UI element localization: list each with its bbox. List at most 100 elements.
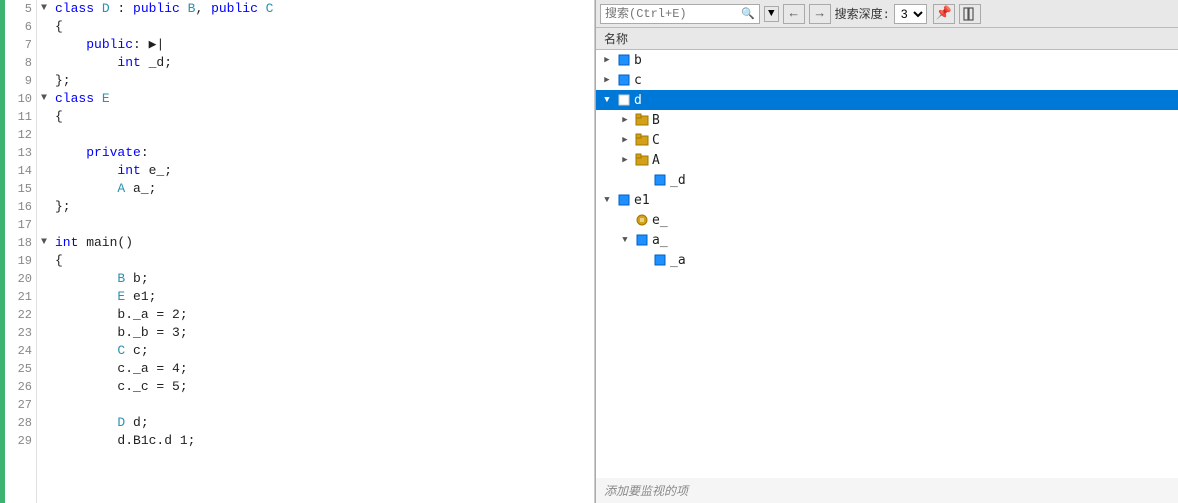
blue-cube-icon <box>614 53 634 68</box>
tree-toggle[interactable]: ▶ <box>600 53 614 67</box>
tree-item[interactable]: _d <box>596 170 1178 190</box>
code-line: { <box>55 252 594 270</box>
code-line <box>55 126 594 144</box>
line-number: 22 <box>18 306 32 324</box>
code-line: c._a = 4; <box>55 360 594 378</box>
code-line: public: ▶| <box>55 36 594 54</box>
tree-toggle <box>618 213 632 227</box>
tree-item[interactable]: ▼ d <box>596 90 1178 110</box>
columns-icon <box>963 7 977 21</box>
line-number: 11 <box>18 108 32 126</box>
search-box[interactable]: 🔍 <box>600 4 760 24</box>
tree-item[interactable]: _a <box>596 250 1178 270</box>
line-number: 21 <box>18 288 32 306</box>
tree-item[interactable]: ▶ c <box>596 70 1178 90</box>
line-number: 10 <box>18 90 32 108</box>
line-number: 5 <box>25 0 32 18</box>
tree-panel[interactable]: ▶ b▶ c▼ d▶ B▶ C▶ A _d▼ e1 e_▼ a_ _a <box>596 50 1178 478</box>
tree-item-name: C <box>652 133 660 148</box>
code-line: class E <box>55 90 594 108</box>
code-line <box>55 396 594 414</box>
line-number: 7 <box>25 36 32 54</box>
tree-item[interactable]: ▶ b <box>596 50 1178 70</box>
line-number: 25 <box>18 360 32 378</box>
tree-item-name: _a <box>670 253 686 268</box>
code-line: int e_; <box>55 162 594 180</box>
fold-indicator[interactable]: ▼ <box>41 0 47 18</box>
code-content: class D : public B, public C{ public: ▶|… <box>51 0 594 503</box>
blue-cube-icon <box>614 93 634 108</box>
line-number: 8 <box>25 54 32 72</box>
line-number: 29 <box>18 432 32 450</box>
watch-panel: 🔍 ▼ ← → 搜索深度: 3 1 2 4 5 📌 名称 ▶ b▶ c▼ <box>595 0 1178 503</box>
nav-back-button[interactable]: ← <box>783 4 805 24</box>
tree-toggle[interactable]: ▶ <box>618 113 632 127</box>
add-watch-label[interactable]: 添加要监视的项 <box>596 478 1178 503</box>
pin-button[interactable]: 📌 <box>933 4 955 24</box>
line-number: 27 <box>18 396 32 414</box>
nav-forward-button[interactable]: → <box>809 4 831 24</box>
blue-cube-icon <box>650 253 670 268</box>
line-number: 26 <box>18 378 32 396</box>
tree-toggle[interactable]: ▼ <box>600 93 614 107</box>
tree-toggle <box>636 173 650 187</box>
depth-select[interactable]: 3 1 2 4 5 <box>894 4 927 24</box>
code-line: b._b = 3; <box>55 324 594 342</box>
code-line: class D : public B, public C <box>55 0 594 18</box>
watch-toolbar: 🔍 ▼ ← → 搜索深度: 3 1 2 4 5 📌 <box>596 0 1178 28</box>
columns-button[interactable] <box>959 4 981 24</box>
tree-item[interactable]: ▶ C <box>596 130 1178 150</box>
tree-item-name: _d <box>670 173 686 188</box>
code-line: }; <box>55 72 594 90</box>
line-number: 18 <box>18 234 32 252</box>
line-number: 12 <box>18 126 32 144</box>
line-number: 14 <box>18 162 32 180</box>
search-input[interactable] <box>605 7 741 21</box>
code-line: int _d; <box>55 54 594 72</box>
code-line: C c; <box>55 342 594 360</box>
depth-label: 搜索深度: <box>835 5 890 22</box>
fold-gutter[interactable]: ▼ ▼ ▼ <box>37 0 51 503</box>
code-line: A a_; <box>55 180 594 198</box>
code-line: B b; <box>55 270 594 288</box>
fold-indicator[interactable]: ▼ <box>41 90 47 108</box>
code-line: int main() <box>55 234 594 252</box>
tree-toggle[interactable]: ▼ <box>618 233 632 247</box>
line-number: 16 <box>18 198 32 216</box>
code-line: private: <box>55 144 594 162</box>
code-line: }; <box>55 198 594 216</box>
line-number: 15 <box>18 180 32 198</box>
name-column-label: 名称 <box>604 30 628 47</box>
line-number: 20 <box>18 270 32 288</box>
code-editor: 5678910111213141516171819202122232425262… <box>0 0 595 503</box>
fold-indicator[interactable]: ▼ <box>41 234 47 252</box>
tree-item-name: d <box>634 93 642 108</box>
tree-item-name: e_ <box>652 213 668 228</box>
column-header: 名称 <box>596 28 1178 50</box>
tree-toggle[interactable]: ▼ <box>600 193 614 207</box>
blue-cube-icon <box>650 173 670 188</box>
line-number: 6 <box>25 18 32 36</box>
search-dropdown-btn[interactable]: ▼ <box>764 6 779 22</box>
tree-item[interactable]: ▼ a_ <box>596 230 1178 250</box>
tree-item[interactable]: e_ <box>596 210 1178 230</box>
line-number: 17 <box>18 216 32 234</box>
tree-item-name: B <box>652 113 660 128</box>
blue-cube-icon <box>614 193 634 208</box>
code-line <box>55 216 594 234</box>
line-number: 23 <box>18 324 32 342</box>
code-line: E e1; <box>55 288 594 306</box>
code-line: { <box>55 18 594 36</box>
gold-class-icon <box>632 113 652 128</box>
line-numbers: 5678910111213141516171819202122232425262… <box>5 0 37 503</box>
code-line: { <box>55 108 594 126</box>
tree-item[interactable]: ▶ A <box>596 150 1178 170</box>
tree-toggle[interactable]: ▶ <box>600 73 614 87</box>
tree-toggle[interactable]: ▶ <box>618 133 632 147</box>
code-line: d.B1c.d 1; <box>55 432 594 450</box>
tree-item[interactable]: ▼ e1 <box>596 190 1178 210</box>
tree-toggle <box>636 253 650 267</box>
tree-toggle[interactable]: ▶ <box>618 153 632 167</box>
tree-item-name: c <box>634 73 642 88</box>
tree-item[interactable]: ▶ B <box>596 110 1178 130</box>
